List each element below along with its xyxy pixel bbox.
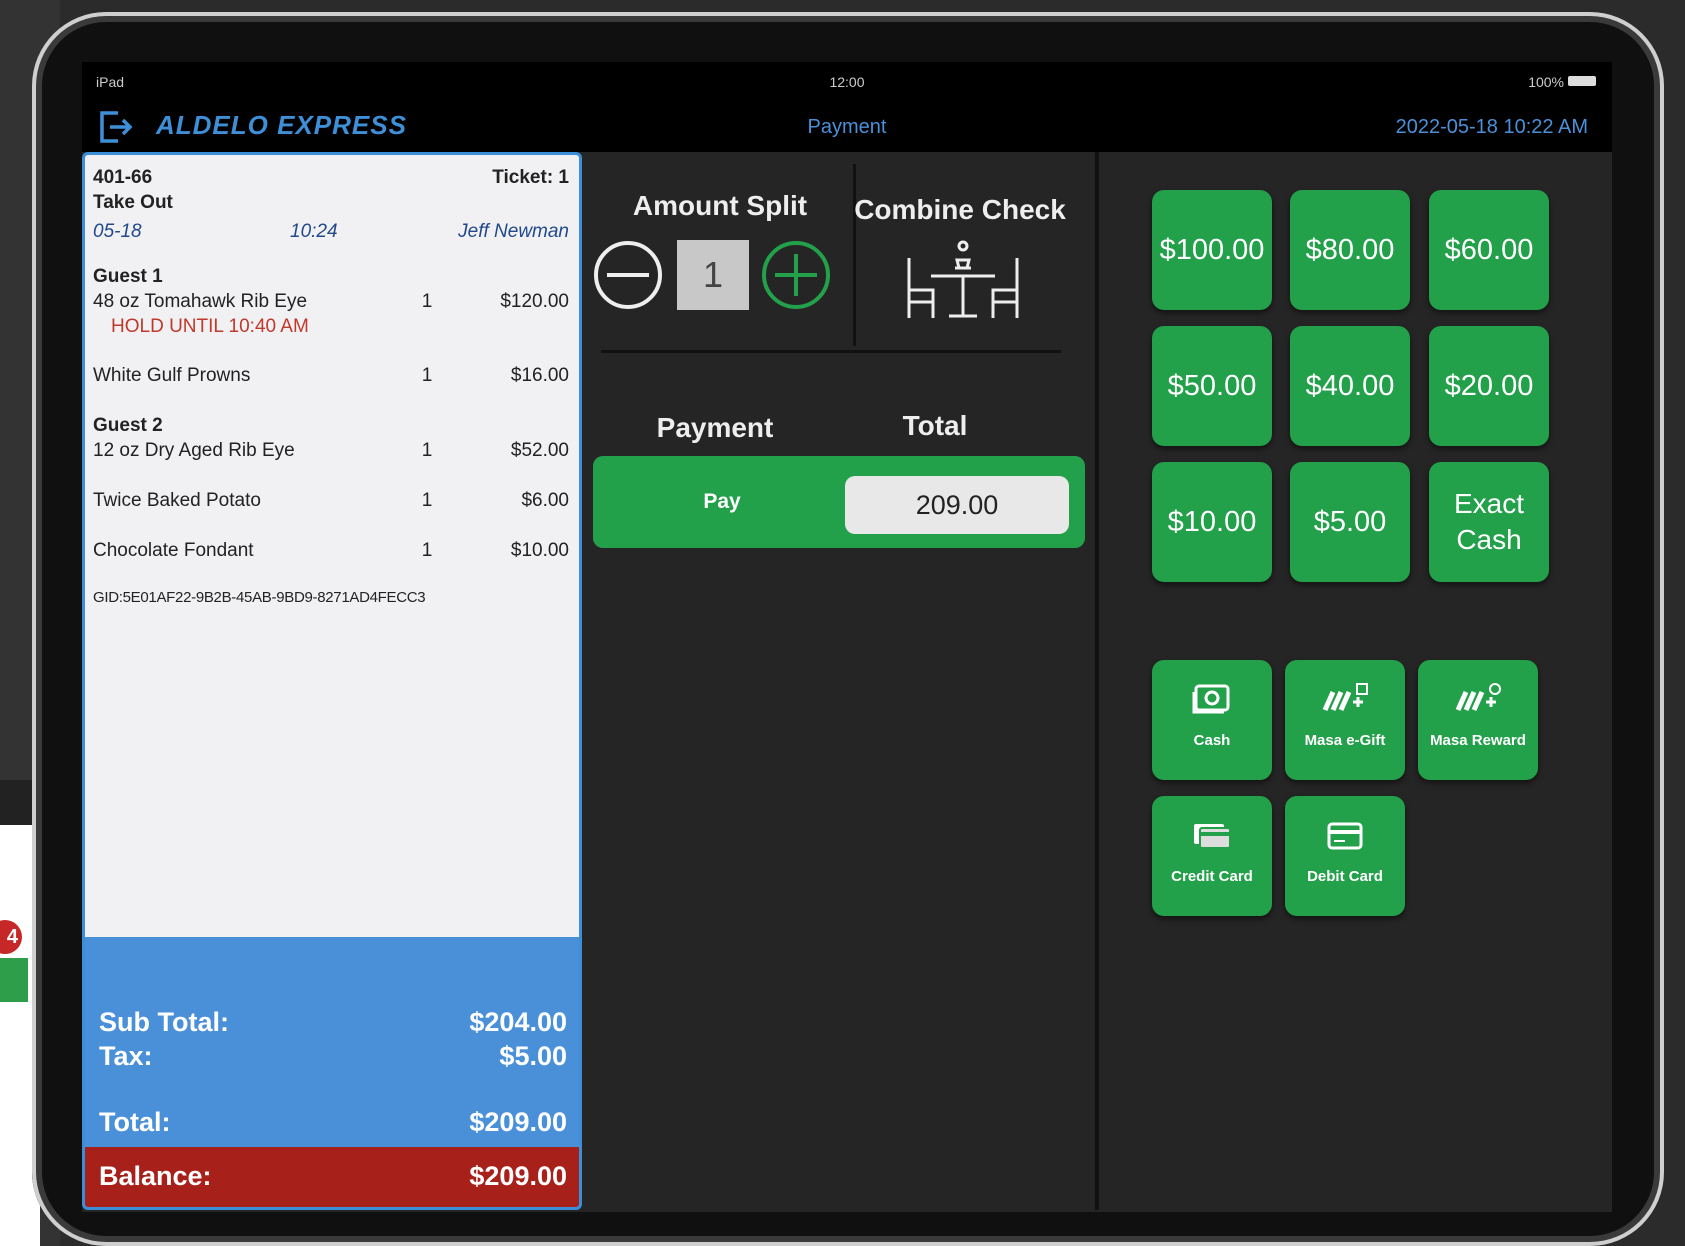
payment-column-header: Payment: [656, 412, 774, 443]
cash-label: Cash: [1193, 732, 1231, 749]
balance-value: $209.00: [469, 1161, 567, 1191]
plus-icon[interactable]: [761, 240, 831, 310]
credit-card-button[interactable]: Credit Card: [1152, 796, 1272, 916]
amount-60-button[interactable]: $60.00: [1429, 190, 1549, 310]
divider: [601, 350, 1061, 353]
status-bar: iPad 12:00 100%: [82, 62, 1612, 98]
amount-5-button[interactable]: $5.00: [1290, 462, 1410, 582]
credit-card-label: Credit Card: [1171, 868, 1253, 885]
table-chairs-icon[interactable]: [903, 238, 1023, 320]
payment-panel: Amount Split 1 Combine Check Payment Tot…: [585, 152, 1085, 1210]
masa-egift-button[interactable]: Masa e-Gift: [1285, 660, 1405, 780]
item-name: Chocolate Fondant: [93, 540, 254, 561]
amount-20-button[interactable]: $20.00: [1429, 326, 1549, 446]
total-label: Total:: [99, 1107, 171, 1137]
amount-split-label: Amount Split: [632, 190, 808, 221]
debit-card-button[interactable]: Debit Card: [1285, 796, 1405, 916]
battery-icon: [1568, 76, 1596, 86]
item-hold-note: HOLD UNTIL 10:40 AM: [111, 316, 309, 337]
order-date: 05-18: [93, 221, 142, 242]
header-datetime: 2022-05-18 10:22 AM: [1395, 116, 1588, 138]
server-name: Jeff Newman: [458, 221, 569, 242]
pay-button[interactable]: Pay: [593, 456, 851, 548]
debit-card-label: Debit Card: [1307, 868, 1383, 885]
cash-tender-button[interactable]: Cash: [1152, 660, 1272, 780]
credit-card-icon: [1194, 824, 1231, 849]
item-qty: 1: [421, 540, 433, 561]
combine-check-label[interactable]: Combine Check: [835, 194, 1085, 226]
item-price: $52.00: [510, 440, 569, 461]
balance-bar: Balance: $209.00: [85, 1147, 579, 1207]
divider: [853, 164, 856, 346]
balance-label: Balance:: [99, 1161, 212, 1191]
masa-logo-icon: [1455, 683, 1501, 712]
item-qty: 1: [421, 440, 433, 461]
split-count-field[interactable]: 1: [677, 240, 749, 310]
masa-reward-button[interactable]: Masa Reward: [1418, 660, 1538, 780]
order-type: Take Out: [93, 192, 173, 213]
item-qty: 1: [421, 365, 433, 386]
item-qty: 1: [421, 490, 433, 511]
page-title: Payment: [807, 116, 887, 138]
amount-100-button[interactable]: $100.00: [1152, 190, 1272, 310]
ticket-number: Ticket: 1: [492, 167, 569, 188]
item-name: 48 oz Tomahawk Rib Eye: [93, 291, 308, 312]
guest-2-label: Guest 2: [93, 415, 163, 436]
tax-label: Tax:: [99, 1041, 153, 1071]
battery-percent: 100%: [1528, 74, 1564, 90]
ticket-gid: GID:5E01AF22-9B2B-45AB-9BD9-8271AD4FECC3: [93, 589, 426, 606]
background-phone-button: [0, 958, 28, 1002]
amount-40-button[interactable]: $40.00: [1290, 326, 1410, 446]
subtotal-value: $204.00: [469, 1007, 567, 1037]
exact-cash-line-1: Exact: [1453, 488, 1525, 519]
payment-row: Pay 209.00: [593, 456, 1085, 548]
exact-cash-line-2: Cash: [1456, 524, 1522, 555]
amount-50-button[interactable]: $50.00: [1152, 326, 1272, 446]
exact-cash-button[interactable]: Exact Cash: [1429, 462, 1549, 582]
status-time: 12:00: [829, 74, 865, 90]
tablet-screen: iPad 12:00 100% ALDELO EXPRESS Payment 2…: [82, 62, 1612, 1212]
item-name: 12 oz Dry Aged Rib Eye: [93, 440, 295, 461]
guest-1-label: Guest 1: [93, 266, 163, 287]
masa-logo-icon: [1322, 683, 1368, 712]
minus-icon[interactable]: [593, 240, 663, 310]
ticket-panel: 401-66 Ticket: 1 Take Out 05-18 10:24 Je…: [82, 152, 582, 1210]
totals-panel: Sub Total: $204.00 Tax: $5.00 Total: $20…: [85, 937, 579, 1207]
item-qty: 1: [421, 291, 433, 312]
payment-total-field[interactable]: 209.00: [845, 476, 1069, 534]
item-price: $16.00: [510, 365, 569, 386]
masa-egift-label: Masa e-Gift: [1304, 732, 1386, 749]
debit-card-icon: [1327, 822, 1363, 850]
tax-value: $5.00: [499, 1041, 567, 1071]
item-name: White Gulf Prowns: [93, 365, 251, 386]
divider: [1095, 152, 1099, 1210]
item-price: $120.00: [500, 291, 569, 312]
cash-icon: [1192, 684, 1230, 714]
subtotal-label: Sub Total:: [99, 1007, 229, 1037]
order-number: 401-66: [93, 167, 153, 188]
item-name: Twice Baked Potato: [93, 490, 261, 511]
order-time: 10:24: [290, 221, 338, 242]
item-price: $10.00: [510, 540, 569, 561]
total-value: $209.00: [469, 1107, 567, 1137]
masa-reward-label: Masa Reward: [1430, 732, 1526, 749]
app-header: ALDELO EXPRESS Payment 2022-05-18 10:22 …: [82, 98, 1612, 152]
amount-10-button[interactable]: $10.00: [1152, 462, 1272, 582]
item-price: $6.00: [521, 490, 569, 511]
amount-80-button[interactable]: $80.00: [1290, 190, 1410, 310]
total-column-header: Total: [902, 410, 968, 441]
